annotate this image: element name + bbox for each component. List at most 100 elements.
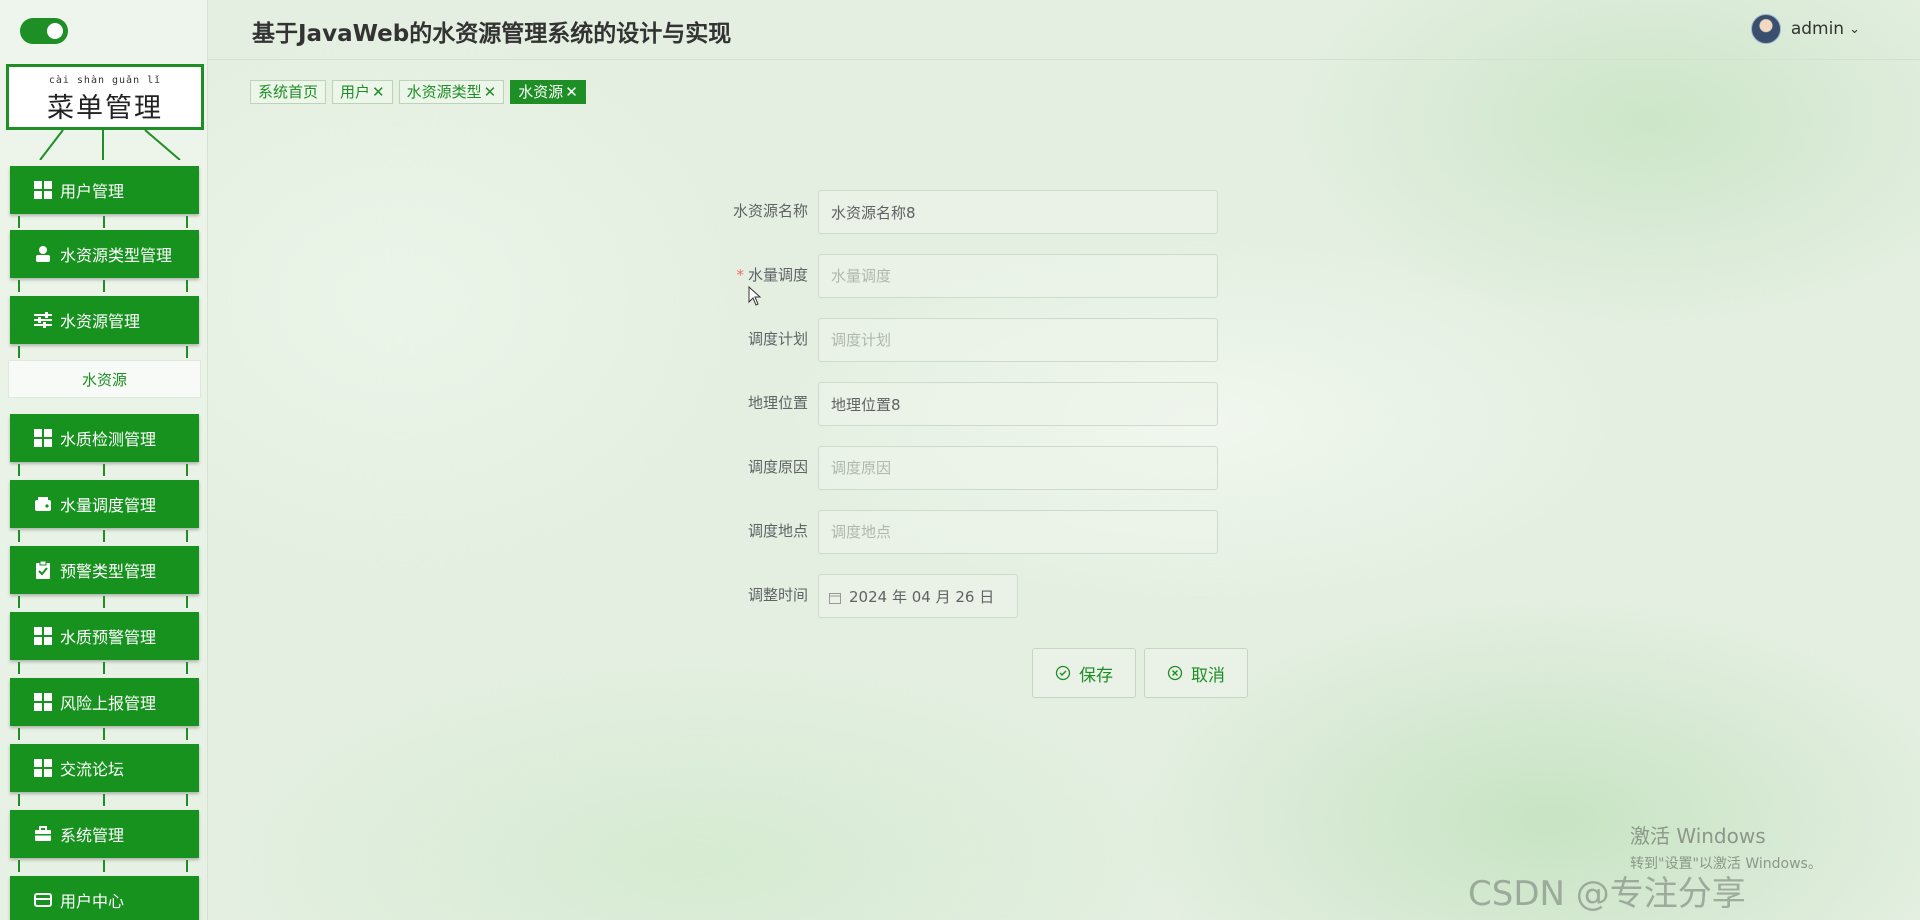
grid-icon	[34, 181, 52, 199]
sidebar-item-risk-report[interactable]: 风险上报管理	[10, 678, 199, 726]
tag-water-resource[interactable]: 水资源 ✕	[510, 80, 586, 104]
user-menu[interactable]: admin ⌄	[1750, 14, 1860, 44]
sidebar-item-forum[interactable]: 交流论坛	[10, 744, 199, 792]
menu-connector	[18, 346, 20, 358]
sliders-icon	[34, 311, 52, 329]
location-input[interactable]	[818, 382, 1218, 426]
reason-input[interactable]	[818, 446, 1218, 490]
briefcase-icon	[34, 825, 52, 843]
menu-connector	[18, 662, 20, 674]
tag-home[interactable]: 系统首页	[250, 80, 327, 104]
menu-connector	[186, 346, 188, 358]
menu-connector	[103, 728, 105, 740]
sidebar-item-water-quality-warning[interactable]: 水质预警管理	[10, 612, 199, 660]
close-icon[interactable]: ✕	[372, 83, 385, 101]
sidebar-item-label: 预警类型管理	[60, 562, 157, 581]
tag-water-resource-type[interactable]: 水资源类型 ✕	[398, 80, 505, 104]
cancel-button[interactable]: 取消	[1144, 648, 1248, 698]
sidebar-toggle[interactable]	[20, 18, 68, 44]
tag-label: 用户	[340, 83, 371, 101]
name-input[interactable]	[818, 190, 1218, 234]
chevron-down-icon: ⌄	[1849, 21, 1860, 37]
menu-connector	[18, 860, 20, 872]
watermark-line1: 激活 Windows	[1630, 824, 1766, 848]
tag-label: 水资源	[518, 83, 564, 101]
sidebar-item-water-dispatch[interactable]: 水量调度管理	[10, 480, 199, 528]
menu-connector	[103, 530, 105, 542]
tag-user[interactable]: 用户 ✕	[332, 80, 393, 104]
form-row-volume: * 水量调度	[700, 254, 1220, 298]
menu-connector	[186, 464, 188, 476]
date-value: 2024 年 04 月 26 日	[849, 587, 995, 606]
wallet-icon	[34, 495, 52, 513]
sidebar-item-warning-type[interactable]: 预警类型管理	[10, 546, 199, 594]
volume-input[interactable]	[818, 254, 1218, 298]
app-title: 基于JavaWeb的水资源管理系统的设计与实现	[252, 21, 732, 47]
menu-connector	[18, 728, 20, 740]
place-input[interactable]	[818, 510, 1218, 554]
form-row-reason: 调度原因	[700, 446, 1220, 490]
menu-title-hanging-lines	[39, 130, 181, 160]
sidebar-subitem-water-resource[interactable]: 水资源	[8, 360, 201, 398]
sidebar-item-water-resource-type[interactable]: 水资源类型管理	[10, 230, 199, 278]
sidebar-item-user-management[interactable]: 用户管理	[10, 166, 199, 214]
sidebar-item-label: 用户管理	[60, 182, 125, 201]
header: 基于JavaWeb的水资源管理系统的设计与实现 admin ⌄	[208, 0, 1920, 60]
menu-title: 菜单管理	[47, 93, 163, 124]
sidebar-item-label: 风险上报管理	[60, 694, 157, 713]
form-row-location: 地理位置	[700, 382, 1220, 426]
menu-connector	[103, 794, 105, 806]
menu-connector	[186, 662, 188, 674]
required-mark: *	[736, 266, 744, 284]
grid-icon	[34, 627, 52, 645]
sidebar-item-system-management[interactable]: 系统管理	[10, 810, 199, 858]
menu-connector	[186, 530, 188, 542]
menu-title-pinyin: cài shàn guǎn lǐ	[48, 75, 162, 86]
menu-connector	[103, 464, 105, 476]
sidebar-item-label: 水资源类型管理	[60, 246, 173, 265]
clipboard-check-icon	[34, 561, 52, 579]
time-label: 调整时间	[747, 586, 808, 604]
menu-connector	[103, 662, 105, 674]
plan-input[interactable]	[818, 318, 1218, 362]
sidebar-item-water-resource-management[interactable]: 水资源管理	[10, 296, 199, 344]
user-icon	[34, 245, 52, 263]
menu-connector	[103, 860, 105, 872]
menu-connector	[18, 216, 20, 228]
csdn-watermark: CSDN @专注分享	[1468, 874, 1746, 914]
close-circle-icon	[1167, 665, 1183, 681]
menu-connector	[103, 596, 105, 608]
menu-connector	[103, 216, 105, 228]
sidebar-item-label: 水资源管理	[60, 312, 141, 331]
sidebar-item-label: 水质预警管理	[60, 628, 157, 647]
close-icon[interactable]: ✕	[565, 83, 578, 101]
menu-title-board: cài shàn guǎn lǐ 菜单管理	[6, 64, 204, 130]
toggle-knob	[47, 23, 63, 39]
save-label: 保存	[1079, 665, 1113, 686]
cancel-label: 取消	[1191, 665, 1225, 686]
location-label: 地理位置	[747, 394, 808, 412]
tab-tags: 系统首页 用户 ✕ 水资源类型 ✕ 水资源 ✕	[250, 80, 586, 104]
volume-label: * 水量调度	[736, 264, 808, 285]
sidebar-item-water-quality-test[interactable]: 水质检测管理	[10, 414, 199, 462]
sidebar-item-label: 交流论坛	[60, 760, 125, 779]
place-label: 调度地点	[747, 522, 808, 540]
sidebar-item-user-center[interactable]: 用户中心	[10, 876, 199, 920]
date-picker[interactable]: 2024 年 04 月 26 日	[818, 574, 1018, 618]
plan-label: 调度计划	[747, 330, 808, 348]
menu-connector	[18, 596, 20, 608]
menu-connector	[18, 464, 20, 476]
calendar-icon	[829, 590, 841, 604]
avatar	[1750, 14, 1781, 44]
close-icon[interactable]: ✕	[484, 83, 497, 101]
mouse-cursor-icon	[748, 286, 762, 306]
menu-connector	[18, 280, 20, 292]
sidebar-item-label: 系统管理	[60, 826, 125, 845]
username: admin	[1790, 19, 1845, 39]
menu-connector	[186, 216, 188, 228]
card-icon	[34, 891, 52, 909]
tag-label: 系统首页	[258, 83, 319, 101]
save-button[interactable]: 保存	[1032, 648, 1136, 698]
tag-label: 水资源类型	[406, 83, 482, 101]
sidebar-item-label: 水量调度管理	[60, 496, 157, 515]
